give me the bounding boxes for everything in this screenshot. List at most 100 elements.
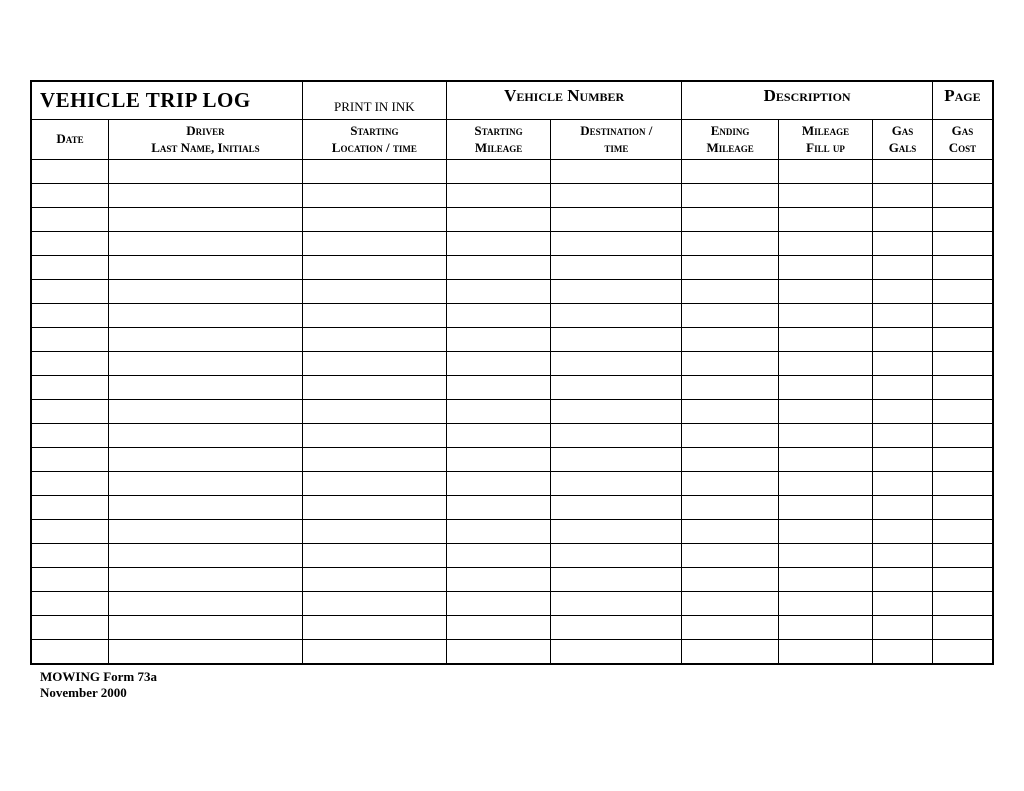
cell[interactable]	[932, 520, 993, 544]
cell[interactable]	[778, 448, 872, 472]
cell[interactable]	[551, 400, 682, 424]
cell[interactable]	[778, 256, 872, 280]
cell[interactable]	[302, 208, 446, 232]
cell[interactable]	[551, 616, 682, 640]
cell[interactable]	[932, 256, 993, 280]
cell[interactable]	[873, 232, 933, 256]
cell[interactable]	[109, 400, 303, 424]
cell[interactable]	[302, 448, 446, 472]
cell[interactable]	[551, 304, 682, 328]
cell[interactable]	[682, 472, 778, 496]
cell[interactable]	[446, 544, 550, 568]
cell[interactable]	[682, 592, 778, 616]
cell[interactable]	[302, 184, 446, 208]
cell[interactable]	[778, 592, 872, 616]
cell[interactable]	[302, 472, 446, 496]
cell[interactable]	[109, 424, 303, 448]
cell[interactable]	[682, 256, 778, 280]
cell[interactable]	[446, 184, 550, 208]
cell[interactable]	[302, 544, 446, 568]
cell[interactable]	[302, 568, 446, 592]
cell[interactable]	[873, 592, 933, 616]
cell[interactable]	[873, 640, 933, 664]
cell[interactable]	[873, 400, 933, 424]
cell[interactable]	[682, 304, 778, 328]
cell[interactable]	[109, 544, 303, 568]
cell[interactable]	[778, 424, 872, 448]
cell[interactable]	[31, 160, 109, 184]
cell[interactable]	[446, 232, 550, 256]
cell[interactable]	[932, 592, 993, 616]
cell[interactable]	[109, 208, 303, 232]
cell[interactable]	[932, 376, 993, 400]
cell[interactable]	[778, 520, 872, 544]
cell[interactable]	[778, 352, 872, 376]
cell[interactable]	[31, 544, 109, 568]
cell[interactable]	[31, 400, 109, 424]
cell[interactable]	[682, 328, 778, 352]
cell[interactable]	[778, 496, 872, 520]
cell[interactable]	[31, 592, 109, 616]
cell[interactable]	[682, 496, 778, 520]
cell[interactable]	[873, 256, 933, 280]
cell[interactable]	[551, 640, 682, 664]
cell[interactable]	[932, 352, 993, 376]
cell[interactable]	[551, 280, 682, 304]
cell[interactable]	[446, 160, 550, 184]
cell[interactable]	[109, 496, 303, 520]
cell[interactable]	[446, 568, 550, 592]
cell[interactable]	[682, 352, 778, 376]
cell[interactable]	[551, 448, 682, 472]
cell[interactable]	[302, 520, 446, 544]
cell[interactable]	[109, 616, 303, 640]
cell[interactable]	[551, 568, 682, 592]
cell[interactable]	[682, 160, 778, 184]
cell[interactable]	[109, 160, 303, 184]
cell[interactable]	[446, 424, 550, 448]
cell[interactable]	[446, 304, 550, 328]
cell[interactable]	[109, 472, 303, 496]
cell[interactable]	[932, 616, 993, 640]
cell[interactable]	[873, 328, 933, 352]
cell[interactable]	[778, 304, 872, 328]
cell[interactable]	[873, 304, 933, 328]
cell[interactable]	[109, 592, 303, 616]
cell[interactable]	[31, 208, 109, 232]
cell[interactable]	[446, 328, 550, 352]
cell[interactable]	[873, 280, 933, 304]
cell[interactable]	[31, 616, 109, 640]
cell[interactable]	[109, 304, 303, 328]
cell[interactable]	[31, 424, 109, 448]
cell[interactable]	[873, 448, 933, 472]
cell[interactable]	[551, 496, 682, 520]
cell[interactable]	[31, 352, 109, 376]
cell[interactable]	[778, 616, 872, 640]
cell[interactable]	[31, 232, 109, 256]
cell[interactable]	[302, 496, 446, 520]
cell[interactable]	[31, 568, 109, 592]
cell[interactable]	[109, 448, 303, 472]
cell[interactable]	[109, 376, 303, 400]
cell[interactable]	[932, 280, 993, 304]
cell[interactable]	[109, 352, 303, 376]
cell[interactable]	[682, 184, 778, 208]
cell[interactable]	[109, 568, 303, 592]
cell[interactable]	[778, 376, 872, 400]
cell[interactable]	[778, 640, 872, 664]
cell[interactable]	[551, 472, 682, 496]
cell[interactable]	[778, 160, 872, 184]
cell[interactable]	[31, 280, 109, 304]
cell[interactable]	[551, 424, 682, 448]
cell[interactable]	[551, 544, 682, 568]
cell[interactable]	[302, 304, 446, 328]
cell[interactable]	[302, 376, 446, 400]
cell[interactable]	[778, 472, 872, 496]
cell[interactable]	[31, 520, 109, 544]
cell[interactable]	[302, 256, 446, 280]
cell[interactable]	[302, 424, 446, 448]
cell[interactable]	[31, 184, 109, 208]
cell[interactable]	[31, 496, 109, 520]
cell[interactable]	[932, 448, 993, 472]
cell[interactable]	[302, 280, 446, 304]
cell[interactable]	[873, 376, 933, 400]
